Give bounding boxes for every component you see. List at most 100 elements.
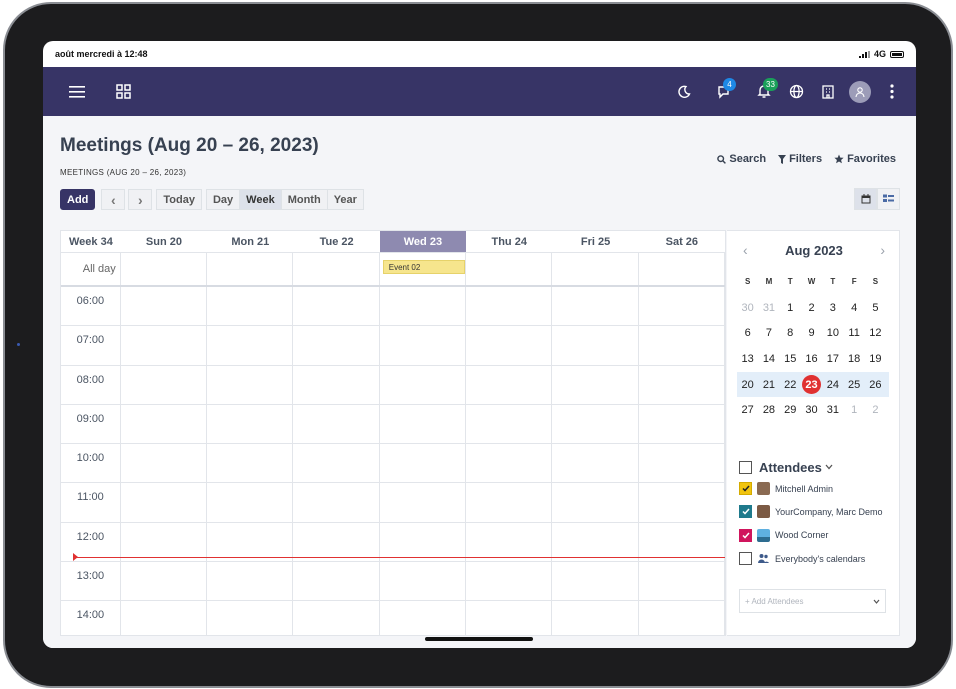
attendee-item[interactable]: Everybody's calendars: [739, 547, 889, 570]
day-header-thu[interactable]: Thu 24: [466, 231, 552, 252]
time-slot[interactable]: [207, 444, 294, 483]
all-day-cell[interactable]: [639, 253, 725, 285]
mini-day[interactable]: 25: [843, 379, 864, 391]
attendee-checkbox[interactable]: [739, 552, 752, 566]
time-slot[interactable]: [639, 365, 725, 404]
week-scale-button[interactable]: Week: [239, 189, 282, 210]
attendee-checkbox[interactable]: [739, 482, 752, 496]
mini-day[interactable]: 3: [822, 302, 843, 314]
time-slot[interactable]: [207, 365, 294, 404]
time-slot[interactable]: [207, 404, 294, 444]
day-header-sun[interactable]: Sun 20: [121, 231, 207, 252]
time-slot[interactable]: [552, 326, 639, 365]
mini-day[interactable]: 26: [865, 379, 886, 391]
time-slot[interactable]: [466, 287, 553, 326]
add-attendees-input[interactable]: + Add Attendees: [739, 589, 886, 613]
mini-day[interactable]: 2: [865, 404, 886, 416]
time-slot[interactable]: [639, 326, 725, 365]
company-building-icon[interactable]: [812, 76, 844, 108]
event-block[interactable]: Event 02: [382, 260, 465, 274]
time-slot[interactable]: [639, 483, 725, 522]
mini-day[interactable]: 7: [758, 327, 779, 339]
time-slot[interactable]: [639, 444, 725, 483]
day-header-wed-today[interactable]: Wed 23: [379, 231, 467, 252]
time-slot[interactable]: [380, 326, 467, 365]
time-slot[interactable]: [380, 365, 467, 404]
today-button[interactable]: Today: [156, 189, 202, 210]
time-slot[interactable]: [207, 522, 294, 562]
previous-button[interactable]: ‹: [101, 189, 126, 210]
mini-day[interactable]: 4: [843, 302, 864, 314]
time-slot[interactable]: [552, 365, 639, 404]
time-slot[interactable]: [552, 601, 639, 635]
time-slot[interactable]: [466, 326, 553, 365]
time-slot[interactable]: [466, 562, 553, 601]
activity-bell-icon[interactable]: 33: [748, 76, 780, 108]
time-slot[interactable]: [380, 562, 467, 601]
time-slot[interactable]: [121, 562, 208, 601]
time-slot[interactable]: [466, 522, 553, 562]
time-slot[interactable]: [639, 522, 725, 562]
time-slot[interactable]: [639, 287, 725, 326]
mini-day[interactable]: 12: [865, 327, 886, 339]
mini-day[interactable]: 13: [737, 353, 758, 365]
mini-day[interactable]: 11: [843, 327, 864, 339]
all-day-cell[interactable]: [552, 253, 639, 285]
time-slot[interactable]: [380, 444, 467, 483]
time-slot[interactable]: [380, 483, 467, 522]
attendees-header[interactable]: Attendees: [739, 457, 889, 477]
time-slot[interactable]: [293, 522, 380, 562]
favorites-toggle[interactable]: Favorites: [834, 153, 896, 165]
all-day-cell[interactable]: [207, 253, 294, 285]
time-slot[interactable]: [552, 444, 639, 483]
attendee-checkbox[interactable]: [739, 505, 752, 519]
time-slot[interactable]: [466, 404, 553, 444]
time-slot[interactable]: [293, 601, 380, 635]
attendee-checkbox[interactable]: [739, 528, 752, 542]
time-slot[interactable]: [552, 287, 639, 326]
time-slot[interactable]: [552, 522, 639, 562]
time-slot[interactable]: [207, 601, 294, 635]
month-scale-button[interactable]: Month: [280, 189, 328, 210]
time-slot[interactable]: [639, 404, 725, 444]
all-day-cell[interactable]: Event 02: [380, 253, 467, 285]
time-slot[interactable]: [293, 483, 380, 522]
next-button[interactable]: ›: [128, 189, 153, 210]
user-avatar[interactable]: [844, 76, 876, 108]
home-indicator[interactable]: [425, 637, 533, 641]
discuss-chat-icon[interactable]: 4: [708, 76, 740, 108]
mini-day[interactable]: 19: [865, 353, 886, 365]
time-slot[interactable]: [639, 562, 725, 601]
time-slot[interactable]: [121, 404, 208, 444]
time-slot[interactable]: [380, 601, 467, 635]
mini-day-today[interactable]: 23: [801, 375, 822, 395]
dark-mode-moon-icon[interactable]: [668, 76, 700, 108]
filters-toggle[interactable]: Filters: [778, 153, 822, 165]
time-slot[interactable]: [207, 287, 294, 326]
all-day-cell[interactable]: [121, 253, 208, 285]
mini-day[interactable]: 30: [801, 404, 822, 416]
time-slot[interactable]: [639, 601, 725, 635]
mini-day[interactable]: 17: [822, 353, 843, 365]
mini-day[interactable]: 29: [780, 404, 801, 416]
mini-day[interactable]: 2: [801, 302, 822, 314]
mini-day[interactable]: 1: [843, 404, 864, 416]
calendar-view-icon[interactable]: [854, 188, 877, 210]
mini-day[interactable]: 31: [822, 404, 843, 416]
mini-day[interactable]: 31: [758, 302, 779, 314]
attendee-item[interactable]: YourCompany, Marc Demo: [739, 500, 889, 523]
time-slot[interactable]: [121, 326, 208, 365]
mini-day[interactable]: 22: [780, 379, 801, 391]
day-scale-button[interactable]: Day: [205, 189, 241, 210]
time-slot[interactable]: [466, 483, 553, 522]
mini-day[interactable]: 5: [865, 302, 886, 314]
time-slot[interactable]: [121, 287, 208, 326]
time-slot[interactable]: [380, 287, 467, 326]
mini-day[interactable]: 8: [780, 327, 801, 339]
time-slot[interactable]: [207, 326, 294, 365]
time-slot[interactable]: [121, 365, 208, 404]
time-slot[interactable]: [121, 522, 208, 562]
language-globe-icon[interactable]: [780, 76, 812, 108]
mini-day[interactable]: 6: [737, 327, 758, 339]
day-header-fri[interactable]: Fri 25: [552, 231, 638, 252]
